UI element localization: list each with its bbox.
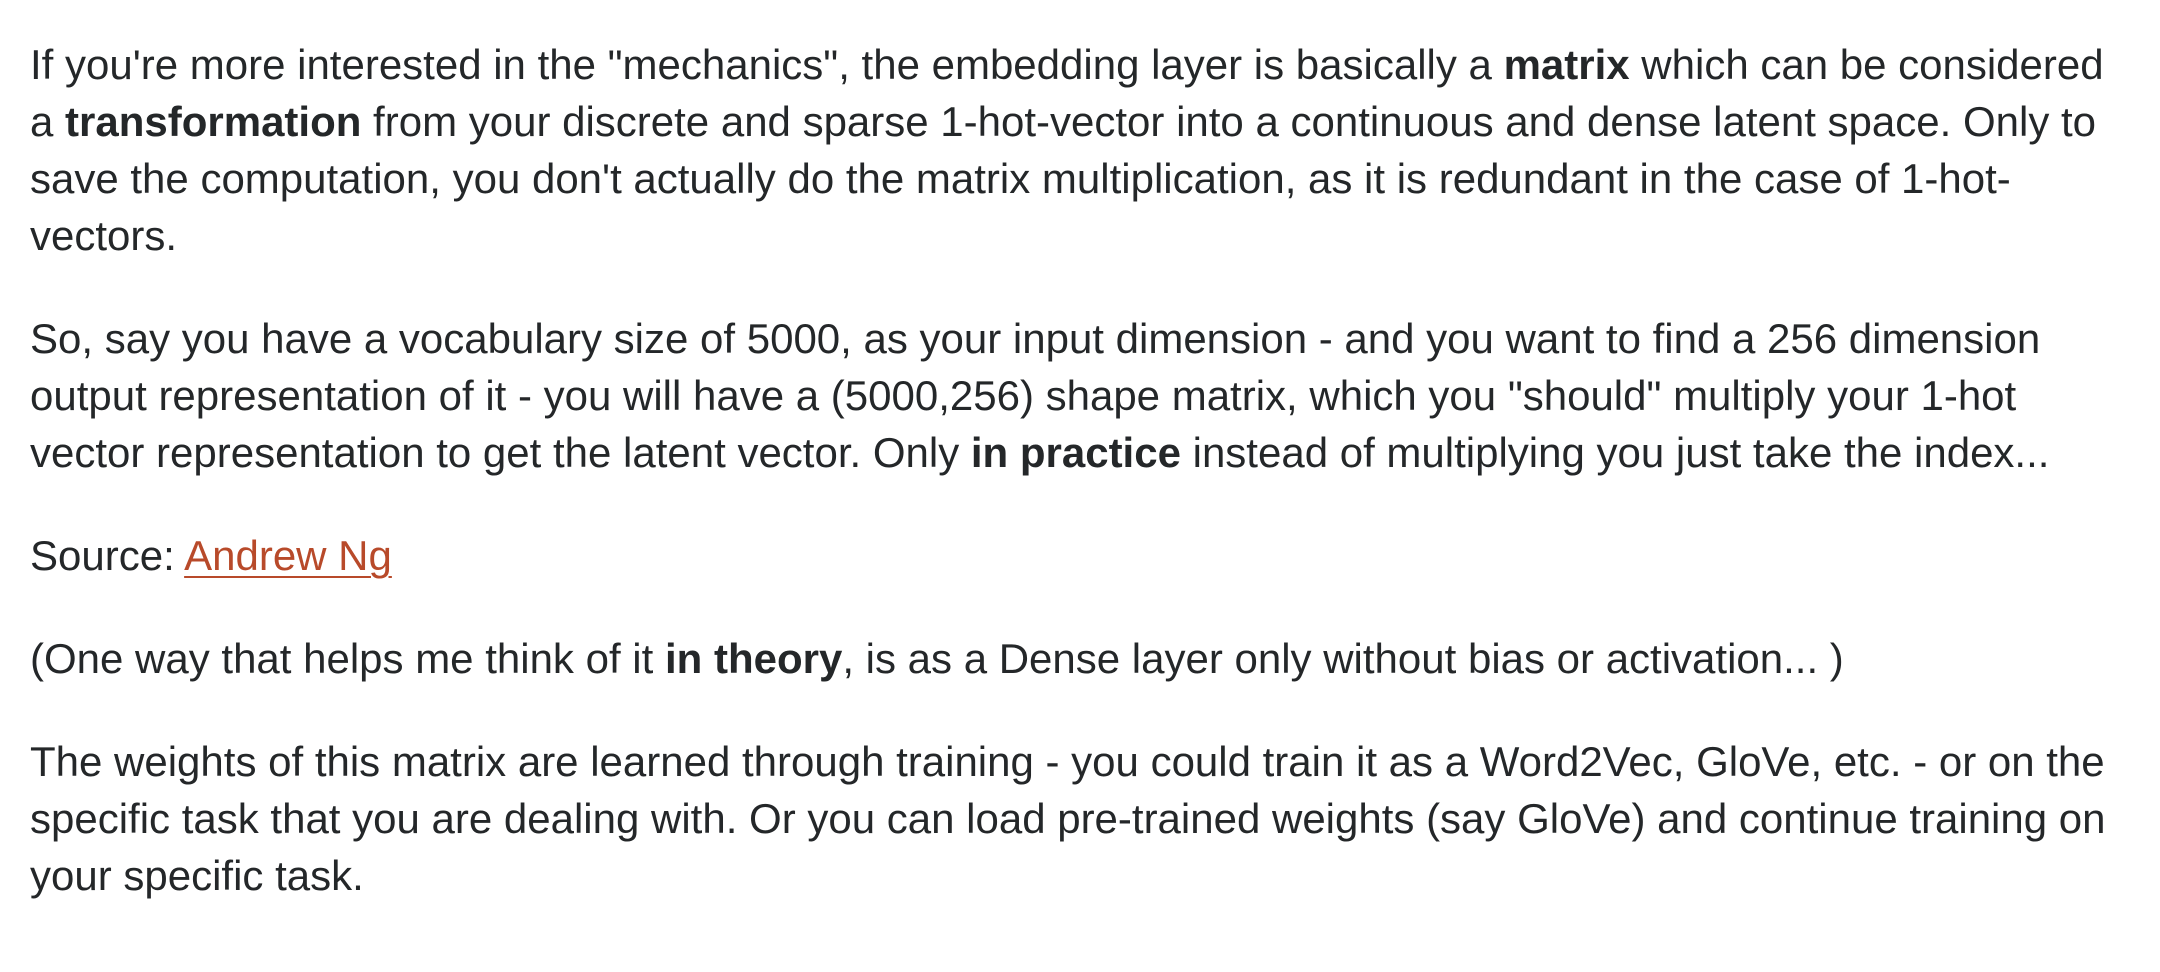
answer-body: If you're more interested in the "mechan… — [30, 36, 2110, 904]
source-label: Source: — [30, 532, 185, 579]
text-run: , is as a Dense layer only without bias … — [842, 635, 1844, 682]
text-run: (One way that helps me think of it — [30, 635, 665, 682]
paragraph-weights-training: The weights of this matrix are learned t… — [30, 733, 2110, 904]
bold-in-practice: in practice — [970, 429, 1181, 476]
source-link-andrew-ng[interactable]: Andrew Ng — [184, 532, 392, 579]
text-run: The weights of this matrix are learned t… — [30, 738, 2106, 899]
paragraph-embedding-matrix: If you're more interested in the "mechan… — [30, 36, 2110, 264]
paragraph-dense-layer: (One way that helps me think of it in th… — [30, 630, 2110, 687]
bold-matrix: matrix — [1503, 41, 1630, 88]
paragraph-vocabulary-example: So, say you have a vocabulary size of 50… — [30, 310, 2110, 481]
text-run: instead of multiplying you just take the… — [1180, 429, 2050, 476]
bold-transformation: transformation — [65, 98, 362, 145]
bold-in-theory: in theory — [664, 635, 843, 682]
text-run: If you're more interested in the "mechan… — [30, 41, 1504, 88]
paragraph-source: Source: Andrew Ng — [30, 527, 2110, 584]
